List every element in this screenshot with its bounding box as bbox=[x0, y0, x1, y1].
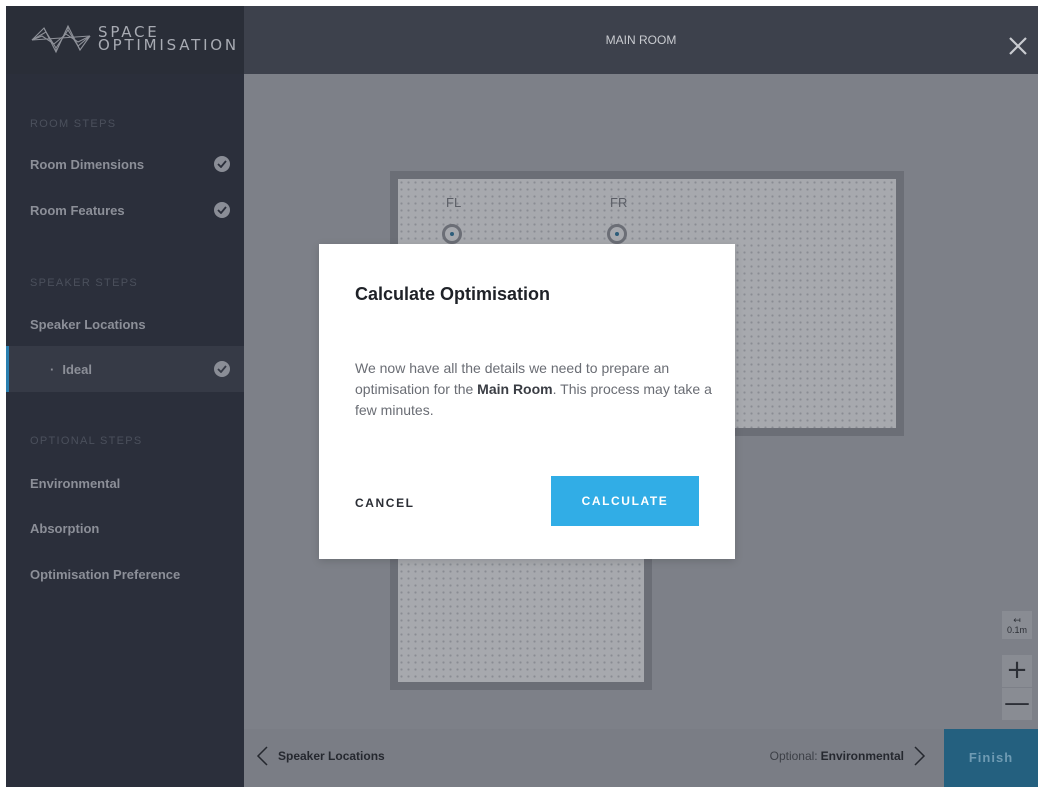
sidebar: SPACE OPTIMISATION ROOM STEPS Room Dimen… bbox=[6, 6, 244, 787]
cancel-button[interactable]: CANCEL bbox=[355, 496, 415, 510]
section-label-room-steps: ROOM STEPS bbox=[30, 118, 117, 130]
speaker-label-fl: FL bbox=[446, 195, 462, 210]
sidebar-item-optimisation-preference[interactable]: Optimisation Preference bbox=[6, 551, 244, 597]
sidebar-item-absorption[interactable]: Absorption bbox=[6, 505, 244, 551]
next-link-prefix: Optional: bbox=[769, 749, 818, 763]
sidebar-item-label: Absorption bbox=[30, 520, 100, 536]
finish-button[interactable]: Finish bbox=[944, 729, 1038, 787]
sidebar-item-room-features[interactable]: Room Features bbox=[6, 187, 244, 233]
zoom-out-button[interactable]: — bbox=[1002, 688, 1032, 720]
brand: SPACE OPTIMISATION bbox=[6, 6, 244, 74]
wave-logo-icon bbox=[31, 24, 91, 54]
sidebar-item-label: Optimisation Preference bbox=[30, 566, 181, 582]
dialog-message: We now have all the details we need to p… bbox=[355, 358, 715, 421]
chevron-left-icon bbox=[256, 746, 268, 766]
scale-indicator: ↤ 0.1m bbox=[1002, 611, 1032, 639]
section-label-speaker-steps: SPEAKER STEPS bbox=[30, 277, 138, 289]
brand-name: SPACE OPTIMISATION bbox=[98, 25, 239, 54]
bottom-bar: Speaker Locations Optional: Environmenta… bbox=[244, 729, 1038, 787]
calculate-button[interactable]: CALCULATE bbox=[551, 476, 699, 526]
chevron-right-icon bbox=[914, 746, 926, 766]
app-window: SPACE OPTIMISATION ROOM STEPS Room Dimen… bbox=[6, 6, 1038, 787]
section-label-optional-steps: OPTIONAL STEPS bbox=[30, 435, 143, 447]
speaker-label-fr: FR bbox=[610, 195, 628, 210]
back-link[interactable]: Speaker Locations bbox=[256, 746, 385, 766]
top-bar: MAIN ROOM bbox=[244, 6, 1038, 74]
room-shape-extension[interactable] bbox=[390, 554, 652, 690]
scale-ruler-icon: ↤ bbox=[1013, 615, 1021, 625]
dialog-room-name: Main Room bbox=[477, 381, 553, 397]
sidebar-item-label: Room Dimensions bbox=[30, 156, 145, 172]
check-circle-icon bbox=[214, 156, 230, 172]
speaker-fl-marker[interactable] bbox=[442, 224, 462, 244]
sidebar-item-room-dimensions[interactable]: Room Dimensions bbox=[6, 141, 244, 187]
sidebar-item-speaker-locations[interactable]: Speaker Locations bbox=[6, 301, 244, 347]
sidebar-item-label: Environmental bbox=[30, 475, 121, 491]
check-circle-icon bbox=[214, 361, 230, 377]
page-title: MAIN ROOM bbox=[605, 33, 677, 47]
sidebar-item-label: Room Features bbox=[30, 202, 125, 218]
calculate-dialog: Calculate Optimisation We now have all t… bbox=[319, 244, 735, 559]
close-icon[interactable] bbox=[1008, 36, 1028, 56]
speaker-fr-marker[interactable] bbox=[607, 224, 627, 244]
sub-item-bullet: · bbox=[50, 361, 55, 377]
brand-line-2: OPTIMISATION bbox=[98, 36, 239, 54]
scale-label: 0.1m bbox=[1006, 625, 1027, 635]
check-circle-icon bbox=[214, 202, 230, 218]
dialog-title: Calculate Optimisation bbox=[355, 284, 551, 304]
sidebar-item-label: Ideal bbox=[62, 361, 92, 377]
sidebar-item-ideal[interactable]: · Ideal bbox=[6, 346, 244, 392]
sidebar-item-label: Speaker Locations bbox=[30, 316, 146, 332]
sidebar-item-environmental[interactable]: Environmental bbox=[6, 460, 244, 506]
zoom-in-button[interactable]: + bbox=[1002, 655, 1032, 687]
next-link[interactable]: Optional: Environmental bbox=[770, 746, 926, 766]
back-link-label: Speaker Locations bbox=[278, 749, 385, 763]
next-link-label: Environmental bbox=[820, 749, 904, 763]
